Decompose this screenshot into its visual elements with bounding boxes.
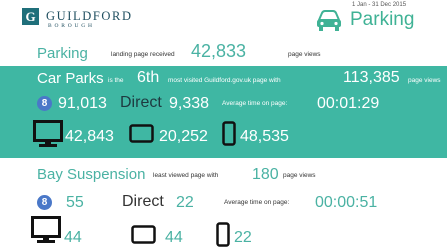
car-parks-views-label: page views — [408, 77, 441, 84]
bay-suspension-desktop-visits: 44 — [64, 229, 82, 246]
car-parks-desktop-visits: 42,843 — [65, 128, 114, 145]
desktop-icon — [33, 120, 63, 147]
car-parks-title: Car Parks — [37, 70, 104, 87]
tablet-icon — [129, 124, 154, 143]
car-parks-views-value: 113,385 — [343, 69, 400, 86]
google-icon: 8 — [37, 96, 52, 111]
council-logo-name: GUILDFORD — [46, 9, 133, 23]
car-parks-search-visits: 91,013 — [58, 95, 107, 112]
landing-page-name: Parking — [37, 45, 88, 62]
mobile-icon — [222, 121, 236, 146]
bay-suspension-label: least viewed page with — [153, 172, 219, 179]
car-parks-is-the: is the — [108, 77, 124, 84]
bay-suspension-avg-time: 00:00:51 — [315, 194, 378, 211]
desktop-icon — [31, 216, 61, 243]
landing-views-label: page views — [288, 51, 321, 58]
bay-suspension-search-visits: 55 — [66, 194, 84, 211]
car-parks-avg-time: 00:01:29 — [317, 95, 380, 112]
landing-label: landing page received — [111, 51, 175, 58]
page-title: Parking — [350, 9, 415, 30]
car-parks-direct-label: Direct — [120, 94, 162, 111]
bay-suspension-direct-visits: 22 — [176, 194, 194, 211]
council-logo-mark: G — [22, 8, 39, 25]
bay-suspension-title: Bay Suspension — [37, 166, 146, 183]
bay-suspension-direct-label: Direct — [122, 193, 164, 210]
car-icon — [317, 10, 341, 31]
bay-suspension-avg-time-label: Average time on page: — [224, 199, 290, 206]
mobile-icon — [216, 222, 230, 247]
car-parks-rank-label: most visited Guildford.gov.uk page with — [168, 77, 281, 84]
car-parks-tablet-visits: 20,252 — [159, 128, 208, 145]
landing-views-value: 42,833 — [191, 41, 247, 61]
tablet-icon — [131, 225, 156, 244]
bay-suspension-tablet-visits: 44 — [165, 229, 183, 246]
date-range: 1 Jan - 31 Dec 2015 — [352, 2, 407, 8]
car-parks-avg-time-label: Average time on page: — [222, 100, 288, 107]
bay-suspension-views-label: page views — [283, 172, 316, 179]
google-icon: 8 — [37, 195, 52, 210]
car-parks-mobile-visits: 48,535 — [240, 128, 289, 145]
car-parks-direct-visits: 9,338 — [169, 95, 210, 112]
car-parks-rank: 6th — [137, 69, 160, 86]
bay-suspension-mobile-visits: 22 — [234, 229, 252, 246]
bay-suspension-views-value: 180 — [252, 166, 279, 183]
council-logo-subtitle: BOROUGH — [48, 23, 95, 29]
